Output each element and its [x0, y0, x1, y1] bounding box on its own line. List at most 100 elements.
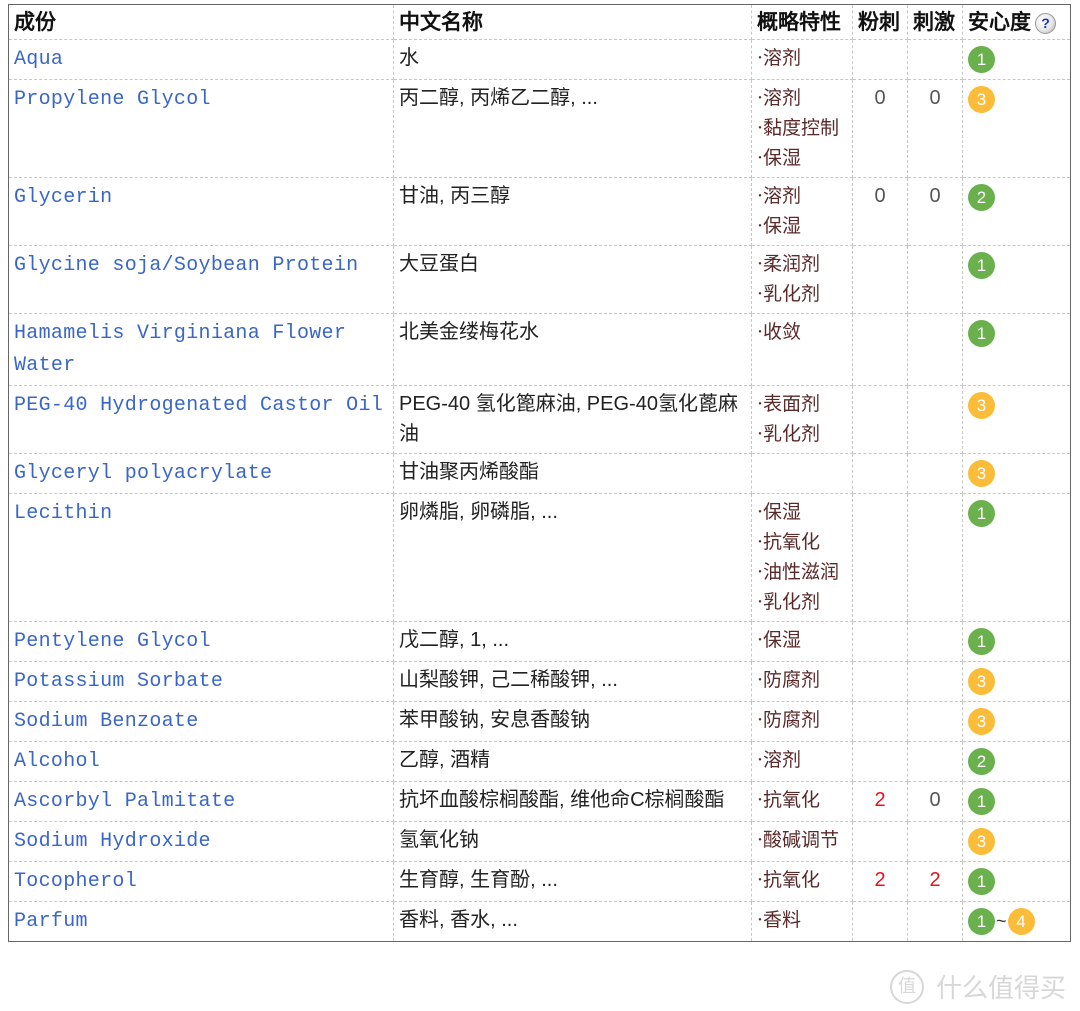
- cell-acne: [852, 493, 908, 622]
- cell-chinese-name: 卵燐脂, 卵磷脂, ...: [393, 493, 752, 622]
- ingredient-link[interactable]: Parfum: [14, 910, 88, 933]
- cell-ingredient: Aqua: [8, 39, 394, 80]
- ingredient-link[interactable]: PEG-40 Hydrogenated Castor Oil: [14, 394, 383, 417]
- table-row: Sodium Benzoate 苯甲酸钠, 安息香酸钠 ·防腐剂 3: [8, 701, 1071, 742]
- feature-item: ·油性滋润: [757, 561, 840, 583]
- cell-safety: 1: [962, 861, 1071, 902]
- cell-features: ·表面剂 ·乳化剂: [751, 385, 853, 454]
- safety-badge: 1: [968, 251, 995, 279]
- ingredient-link[interactable]: Sodium Hydroxide: [14, 830, 211, 853]
- safety-badge: 3: [968, 85, 995, 113]
- safety-badge: 2: [968, 747, 995, 775]
- cell-features: [751, 453, 853, 494]
- cell-acne: [852, 621, 908, 662]
- ingredient-link[interactable]: Pentylene Glycol: [14, 630, 211, 653]
- cell-features: ·溶剂 ·保湿: [751, 177, 853, 246]
- cell-irritation: [907, 245, 963, 314]
- safety-badge: 1: [968, 627, 995, 655]
- ingredient-link[interactable]: Glyceryl polyacrylate: [14, 462, 272, 485]
- cell-safety: 1: [962, 493, 1071, 622]
- header-irritation: 刺激: [907, 4, 963, 40]
- cell-acne: [852, 385, 908, 454]
- cell-safety: 3: [962, 79, 1071, 178]
- table-row: Parfum 香料, 香水, ... ·香料 1 ~4: [8, 901, 1071, 942]
- safety-badge: 1: [968, 787, 995, 815]
- ingredient-link[interactable]: Glycerin: [14, 186, 112, 209]
- feature-item: ·溶剂: [757, 47, 802, 69]
- ingredient-link[interactable]: Glycine soja/Soybean Protein: [14, 254, 358, 277]
- cell-acne: [852, 313, 908, 386]
- table-row: Aqua 水 ·溶剂 1: [8, 39, 1071, 80]
- cell-features: ·香料: [751, 901, 853, 942]
- safety-badge: 1: [968, 867, 995, 895]
- ingredient-link[interactable]: Propylene Glycol: [14, 88, 211, 111]
- cell-ingredient: Sodium Benzoate: [8, 701, 394, 742]
- cell-ingredient: Alcohol: [8, 741, 394, 782]
- cell-chinese-name: 水: [393, 39, 752, 80]
- cell-features: ·防腐剂: [751, 701, 853, 742]
- table-row: Glycine soja/Soybean Protein 大豆蛋白 ·柔润剂 ·乳化剂…: [8, 245, 1071, 314]
- cell-acne: [852, 901, 908, 942]
- table-row: Alcohol 乙醇, 酒精 ·溶剂 2: [8, 741, 1071, 782]
- cell-ingredient: PEG-40 Hydrogenated Castor Oil: [8, 385, 394, 454]
- feature-item: ·抗氧化: [757, 869, 821, 891]
- cell-chinese-name: 戊二醇, 1, ...: [393, 621, 752, 662]
- cell-acne: [852, 245, 908, 314]
- ingredient-link[interactable]: Potassium Sorbate: [14, 670, 223, 693]
- header-features: 概略特性: [751, 4, 853, 40]
- cell-acne: [852, 39, 908, 80]
- cell-features: ·保湿 ·抗氧化 ·油性滋润 ·乳化剂: [751, 493, 853, 622]
- cell-chinese-name: 生育醇, 生育酚, ...: [393, 861, 752, 902]
- ingredient-link[interactable]: Alcohol: [14, 750, 100, 773]
- cell-features: ·抗氧化: [751, 861, 853, 902]
- header-ingredient: 成份: [8, 4, 394, 40]
- cell-irritation: [907, 385, 963, 454]
- ingredient-link[interactable]: Sodium Benzoate: [14, 710, 199, 733]
- feature-item: ·防腐剂: [757, 709, 821, 731]
- help-icon[interactable]: ?: [1035, 13, 1056, 34]
- ingredient-link[interactable]: Tocopherol: [14, 870, 137, 893]
- cell-safety: 1: [962, 245, 1071, 314]
- cell-chinese-name: 甘油, 丙三醇: [393, 177, 752, 246]
- table-row: Sodium Hydroxide 氢氧化钠 ·酸碱调节 3: [8, 821, 1071, 862]
- cell-features: ·溶剂: [751, 39, 853, 80]
- cell-irritation: [907, 821, 963, 862]
- safety-range-separator: ~: [996, 910, 1007, 931]
- cell-chinese-name: 抗坏血酸棕榈酸酯, 维他命C棕榈酸酯: [393, 781, 752, 822]
- cell-chinese-name: 苯甲酸钠, 安息香酸钠: [393, 701, 752, 742]
- cell-features: ·防腐剂: [751, 661, 853, 702]
- ingredient-link[interactable]: Aqua: [14, 48, 63, 71]
- ingredient-link[interactable]: Lecithin: [14, 502, 112, 525]
- ingredient-link[interactable]: Ascorbyl Palmitate: [14, 790, 235, 813]
- feature-item: ·抗氧化: [757, 789, 821, 811]
- cell-ingredient: Ascorbyl Palmitate: [8, 781, 394, 822]
- table-row: Tocopherol 生育醇, 生育酚, ... ·抗氧化 2 2 1: [8, 861, 1071, 902]
- cell-irritation: [907, 901, 963, 942]
- feature-item: ·保湿: [757, 215, 802, 237]
- cell-ingredient: Lecithin: [8, 493, 394, 622]
- feature-item: ·乳化剂: [757, 591, 821, 613]
- cell-safety: 1: [962, 621, 1071, 662]
- cell-chinese-name: 北美金缕梅花水: [393, 313, 752, 386]
- cell-acne: 0: [852, 177, 908, 246]
- cell-features: ·抗氧化: [751, 781, 853, 822]
- cell-acne: 2: [852, 861, 908, 902]
- safety-badge: 3: [968, 827, 995, 855]
- cell-chinese-name: 氢氧化钠: [393, 821, 752, 862]
- cell-chinese-name: 乙醇, 酒精: [393, 741, 752, 782]
- cell-acne: [852, 741, 908, 782]
- cell-safety: 1: [962, 39, 1071, 80]
- ingredient-link[interactable]: Hamamelis Virginiana Flower Water: [14, 322, 346, 377]
- cell-ingredient: Pentylene Glycol: [8, 621, 394, 662]
- ingredient-table: 成份 中文名称 概略特性 粉刺 刺激 安心度? Aqua 水 ·溶剂 1 Propyle…: [8, 4, 1071, 942]
- cell-features: ·溶剂 ·黏度控制 ·保湿: [751, 79, 853, 178]
- table-row: Glyceryl polyacrylate 甘油聚丙烯酸酯 3: [8, 453, 1071, 494]
- cell-safety: 2: [962, 177, 1071, 246]
- cell-ingredient: Hamamelis Virginiana Flower Water: [8, 313, 394, 386]
- safety-badge: 1: [968, 499, 995, 527]
- feature-item: ·溶剂: [757, 749, 802, 771]
- feature-item: ·乳化剂: [757, 283, 821, 305]
- feature-item: ·保湿: [757, 147, 802, 169]
- feature-item: ·黏度控制: [757, 117, 840, 139]
- cell-irritation: 0: [907, 79, 963, 178]
